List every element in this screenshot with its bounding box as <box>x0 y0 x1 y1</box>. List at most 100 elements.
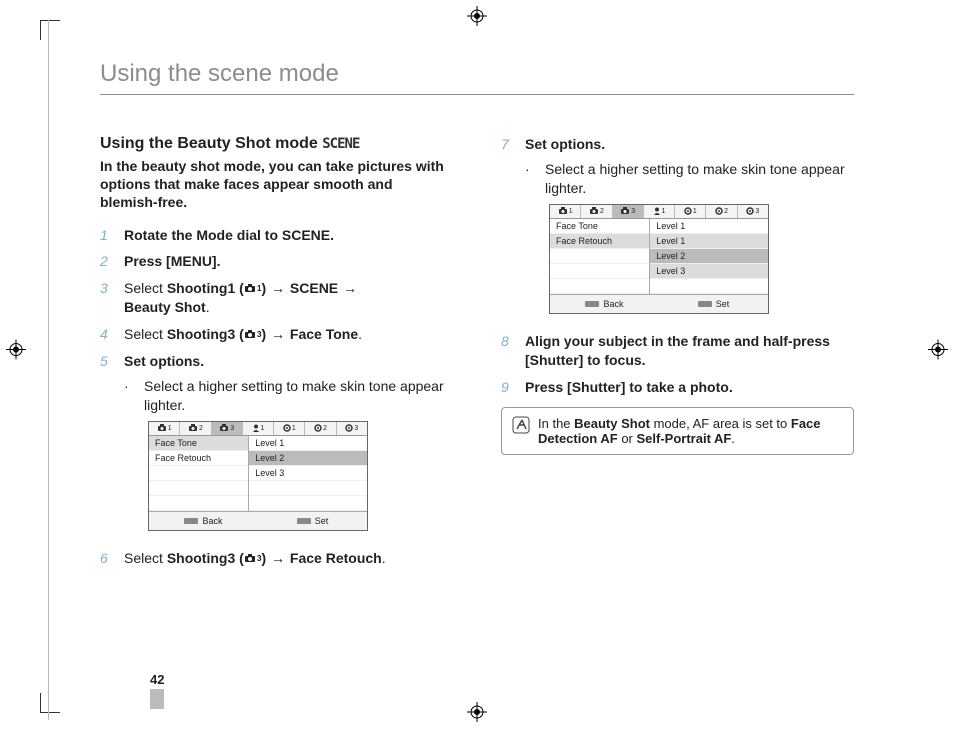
self-portrait-af-label: Self-Portrait AF <box>637 431 732 446</box>
menu-tab: 3 <box>613 205 644 218</box>
note-post: . <box>731 431 735 446</box>
page-number: 42 <box>150 672 164 709</box>
camera-menu-figure-1: 1231123 Face ToneFace Retouch Level 1Lev… <box>148 421 368 532</box>
step-2-post: . <box>217 253 221 269</box>
step-9-post: to take a photo. <box>625 379 732 395</box>
step-number: 4 <box>100 325 114 344</box>
menu-back-button: Back <box>149 512 258 530</box>
scene-label-inline: SCENE <box>282 227 330 243</box>
menu-tab: 3 <box>738 205 768 218</box>
menu-left-panel: Face ToneFace Retouch <box>550 219 650 294</box>
menu-row: Face Tone <box>149 436 248 451</box>
step-2-pre: Press <box>124 253 166 269</box>
step-7-bullet-text: Select a higher setting to make skin ton… <box>545 160 854 198</box>
camera-icon: 1 <box>244 283 262 294</box>
menu-right-panel: Level 1Level 2Level 3 <box>249 436 367 511</box>
menu-set-button: Set <box>258 512 367 530</box>
menu-tab: 1 <box>274 422 305 435</box>
menu-tab: 1 <box>243 422 274 435</box>
note-or: or <box>618 431 637 446</box>
menu-back-label: Back <box>603 298 623 310</box>
face-tone-label: Face Tone <box>290 326 358 342</box>
menu-row: Level 2 <box>650 249 768 264</box>
menu-row <box>550 249 649 264</box>
shooting1-post: ) <box>261 280 266 296</box>
step-9-pre: Press <box>525 379 567 395</box>
arrow-icon: → <box>270 325 286 344</box>
crop-guide-vertical <box>48 20 49 720</box>
face-retouch-label: Face Retouch <box>290 550 382 566</box>
beauty-shot-label: Beauty Shot <box>124 299 206 315</box>
camera-icon: 3 <box>244 329 262 340</box>
note-box: In the Beauty Shot mode, AF area is set … <box>501 407 854 455</box>
menu-set-button: Set <box>659 295 768 313</box>
registration-mark-top <box>467 6 487 31</box>
section-subheading: In the beauty shot mode, you can take pi… <box>100 157 453 212</box>
shooting3-label: Shooting3 ( <box>167 550 244 566</box>
arrow-icon: → <box>342 279 358 298</box>
menu-tab: 2 <box>305 422 336 435</box>
menu-row <box>650 279 768 294</box>
step-number: 9 <box>501 378 515 397</box>
menu-row: Face Retouch <box>149 451 248 466</box>
beauty-shot-label: Beauty Shot <box>574 416 650 431</box>
scene-mode-label: SCENE <box>322 136 359 152</box>
step-number: 1 <box>100 226 114 245</box>
shooting3-label: Shooting3 ( <box>167 326 244 342</box>
page-number-value: 42 <box>150 672 164 687</box>
section-heading-text: Using the Beauty Shot mode <box>100 135 318 152</box>
menu-right-panel: Level 1Level 1Level 2Level 3 <box>650 219 768 294</box>
step-5-bullet-text: Select a higher setting to make skin ton… <box>144 377 453 415</box>
menu-row: Level 3 <box>249 466 367 481</box>
menu-left-panel: Face ToneFace Retouch <box>149 436 249 511</box>
step-8: 8 Align your subject in the frame and ha… <box>501 332 854 370</box>
step-1-text-pre: Rotate the Mode dial to <box>124 227 282 243</box>
menu-row <box>550 264 649 279</box>
step-8-post: to focus. <box>583 352 645 368</box>
menu-back-button: Back <box>550 295 659 313</box>
step-1-text-post: . <box>330 227 334 243</box>
menu-row: Face Tone <box>550 219 649 234</box>
page-number-bar <box>150 689 164 709</box>
menu-tab: 3 <box>337 422 367 435</box>
camera-menu-figure-2: 1231123 Face ToneFace Retouch Level 1Lev… <box>549 204 769 315</box>
shutter-label: [Shutter] <box>525 352 583 368</box>
note-icon <box>512 416 530 446</box>
menu-tab: 2 <box>180 422 211 435</box>
step-5-text: Set options. <box>124 353 204 369</box>
step-number: 7 <box>501 135 515 324</box>
step-7-bullet: · Select a higher setting to make skin t… <box>525 160 854 198</box>
menu-row <box>149 481 248 496</box>
step-6-post: . <box>382 550 386 566</box>
step-3: 3 Select Shooting1 (1) → SCENE → Beauty … <box>100 279 453 317</box>
menu-set-label: Set <box>315 515 329 527</box>
arrow-icon: → <box>270 549 286 568</box>
menu-row <box>249 481 367 496</box>
step-number: 6 <box>100 549 114 568</box>
menu-row: Level 1 <box>650 219 768 234</box>
step-number: 3 <box>100 279 114 317</box>
crop-mark-top-left <box>40 20 60 40</box>
note-mid: mode, AF area is set to <box>650 416 791 431</box>
menu-tab: 1 <box>149 422 180 435</box>
camera-icon: 3 <box>244 553 262 564</box>
step-1: 1 Rotate the Mode dial to SCENE. <box>100 226 453 245</box>
menu-row: Face Retouch <box>550 234 649 249</box>
step-4-post: . <box>358 326 362 342</box>
step-3-pre: Select <box>124 280 167 296</box>
step-3-post: . <box>206 299 210 315</box>
shooting1-label: Shooting1 ( <box>167 280 244 296</box>
step-7-text: Set options. <box>525 136 605 152</box>
step-number: 2 <box>100 252 114 271</box>
note-pre: In the <box>538 416 574 431</box>
menu-tab: 2 <box>706 205 737 218</box>
step-4: 4 Select Shooting3 (3) → Face Tone. <box>100 325 453 344</box>
menu-set-label: Set <box>716 298 730 310</box>
step-8-pre: Align your subject in the frame and half… <box>525 333 830 349</box>
step-9: 9 Press [Shutter] to take a photo. <box>501 378 854 397</box>
menu-row: Level 1 <box>249 436 367 451</box>
step-5: 5 Set options. · Select a higher setting… <box>100 352 453 541</box>
step-number: 5 <box>100 352 114 541</box>
scene-option-label: SCENE <box>290 280 338 296</box>
crop-mark-bottom-left <box>40 693 60 713</box>
